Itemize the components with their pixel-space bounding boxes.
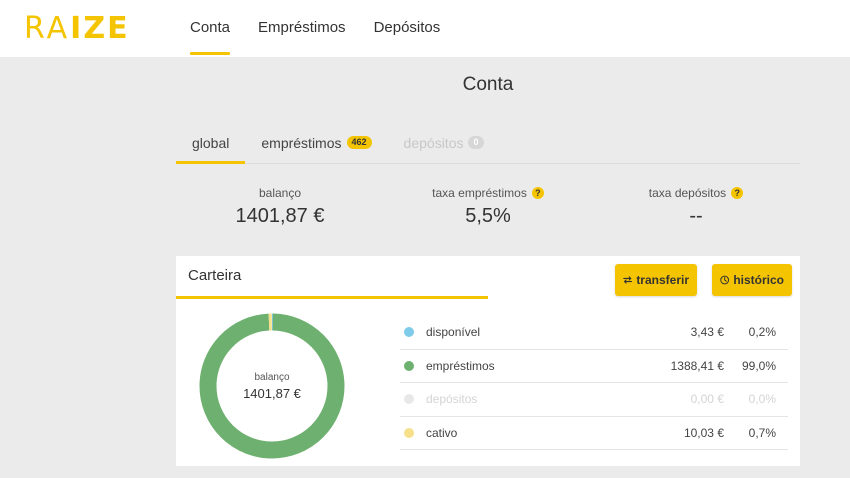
legend-pct: 0,7%: [748, 425, 776, 440]
stat-balanco: balanço 1401,87 €: [176, 186, 384, 228]
carteira-card: Carteira transferir histórico balanço 14…: [176, 256, 800, 466]
legend-row-emprestimos: empréstimos 1388,41 € 99,0%: [400, 350, 788, 383]
transferir-button[interactable]: transferir: [615, 264, 697, 296]
transfer-icon: [623, 276, 633, 284]
carteira-underline: [176, 296, 488, 299]
legend-pct: 0,0%: [748, 392, 776, 407]
carteira-title: Carteira: [188, 267, 242, 284]
stat-taxa-emprestimos: taxa empréstimos ? 5,5%: [384, 186, 592, 228]
donut-value: 1401,87 €: [243, 385, 301, 401]
tab-emprestimos-label: empréstimos: [261, 134, 342, 151]
legend-row-cativo: cativo 10,03 € 0,7%: [400, 417, 788, 450]
legend-pct: 99,0%: [741, 358, 776, 373]
emprestimos-dot: [404, 360, 414, 371]
tab-emprestimos[interactable]: empréstimos 462: [245, 122, 387, 163]
balanco-value: 1401,87 €: [235, 205, 325, 227]
historico-button[interactable]: histórico: [712, 264, 792, 296]
depositos-dot: [404, 394, 414, 405]
taxa-depositos-value: --: [689, 205, 703, 227]
logo-text-ra: RA: [24, 10, 71, 46]
legend-amount: 1388,41 €: [670, 358, 724, 373]
cativo-dot: [404, 427, 414, 438]
nav-emprestimos[interactable]: Empréstimos: [244, 0, 360, 57]
legend-name: empréstimos: [426, 358, 495, 373]
legend-row-depositos: depósitos 0,00 € 0,0%: [400, 383, 788, 417]
clock-icon: [720, 275, 730, 285]
summary-stats: balanço 1401,87 € taxa empréstimos ? 5,5…: [176, 186, 800, 228]
transferir-label: transferir: [636, 273, 689, 287]
top-navbar: RA IZE Conta Empréstimos Depósitos: [0, 0, 850, 57]
donut-center: balanço 1401,87 €: [198, 312, 346, 460]
legend-amount: 3,43 €: [690, 325, 724, 340]
main-nav: Conta Empréstimos Depósitos: [176, 0, 454, 57]
taxa-emprestimos-label: taxa empréstimos: [432, 186, 527, 200]
account-tabs: global empréstimos 462 depósitos 0: [176, 122, 800, 164]
tab-depositos-label: depósitos: [403, 134, 464, 151]
depositos-count-badge: 0: [468, 136, 484, 149]
stat-taxa-depositos: taxa depósitos ? --: [592, 186, 800, 228]
taxa-depositos-label: taxa depósitos: [648, 186, 727, 200]
historico-label: histórico: [733, 273, 784, 287]
help-icon[interactable]: ?: [531, 187, 544, 199]
nav-depositos[interactable]: Depósitos: [360, 0, 455, 57]
emprestimos-count-badge: 462: [346, 136, 372, 149]
balance-donut-chart: balanço 1401,87 €: [198, 312, 346, 460]
donut-label: balanço: [254, 371, 290, 383]
tab-depositos[interactable]: depósitos 0: [388, 122, 500, 163]
balanco-label: balanço: [258, 186, 302, 200]
tab-global[interactable]: global: [176, 122, 246, 164]
legend-pct: 0,2%: [748, 325, 776, 340]
page-title: Conta: [462, 74, 514, 95]
disponivel-dot: [404, 327, 414, 338]
taxa-emprestimos-value: 5,5%: [465, 205, 511, 227]
legend-row-disponivel: disponível 3,43 € 0,2%: [400, 316, 788, 350]
help-icon[interactable]: ?: [731, 187, 744, 199]
legend-name: disponível: [426, 325, 481, 340]
legend-name: depósitos: [426, 392, 478, 407]
legend-name: cativo: [426, 425, 458, 440]
legend-amount: 10,03 €: [683, 425, 724, 440]
logo-text-ize: IZE: [70, 10, 130, 46]
portfolio-legend: disponível 3,43 € 0,2% empréstimos 1388,…: [400, 316, 788, 450]
legend-amount: 0,00 €: [690, 392, 724, 407]
raize-logo[interactable]: RA IZE: [24, 10, 130, 46]
nav-conta[interactable]: Conta: [176, 0, 244, 57]
tab-global-label: global: [192, 134, 230, 151]
